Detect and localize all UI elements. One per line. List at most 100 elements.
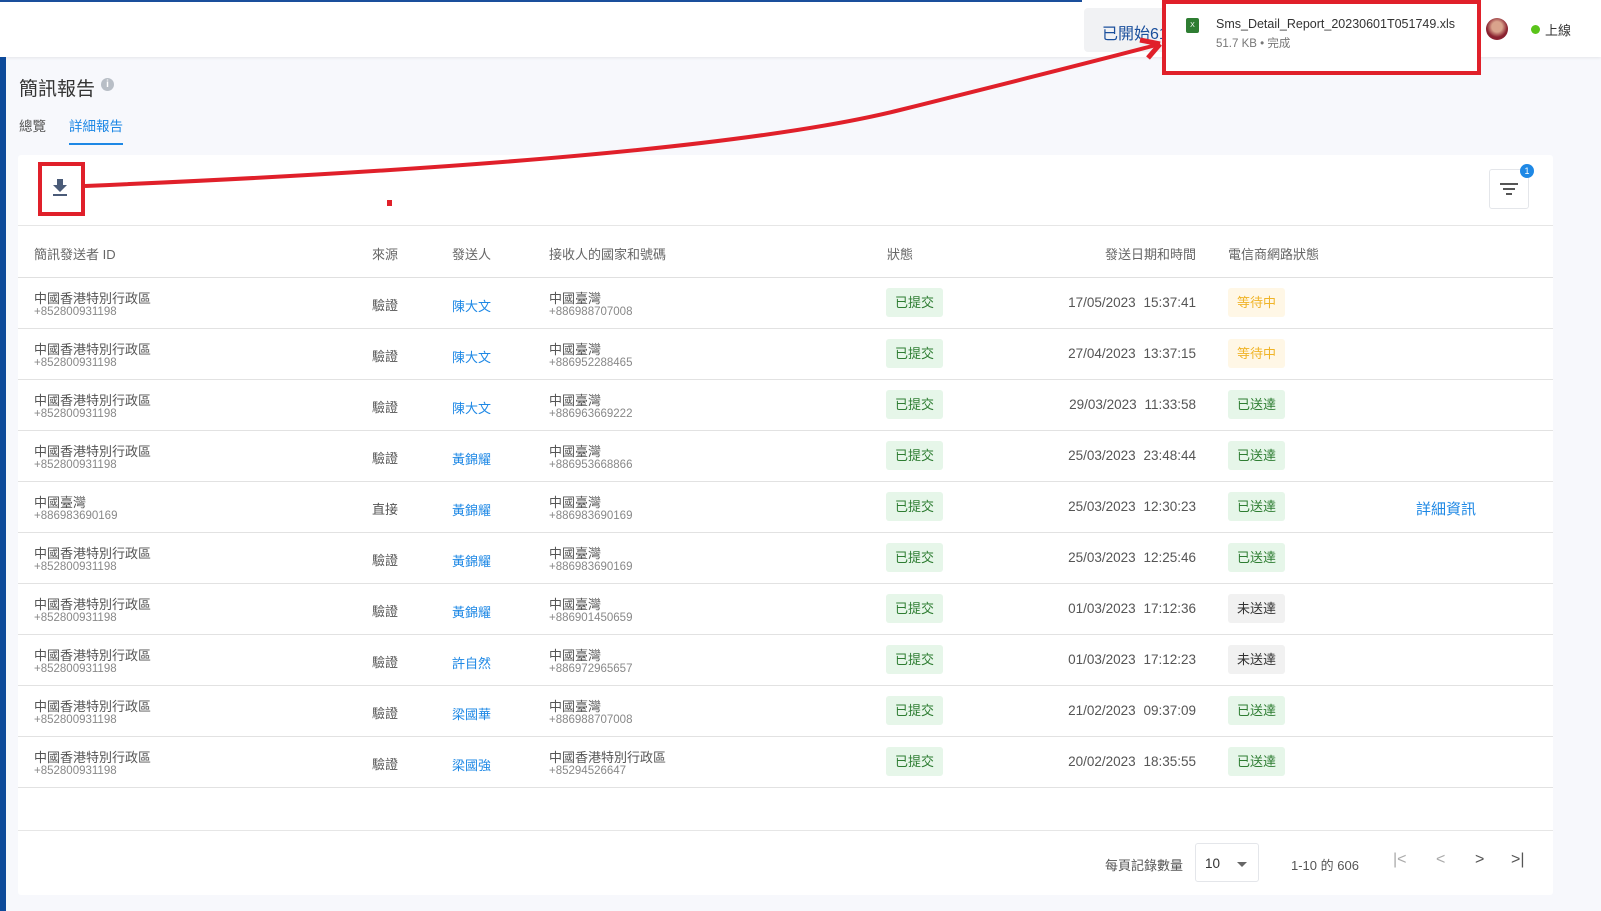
recipient-region: 中國臺灣 xyxy=(549,291,602,306)
info-icon[interactable]: i xyxy=(101,78,114,91)
send-datetime: 01/03/2023 17:12:36 xyxy=(1068,601,1196,616)
send-datetime: 25/03/2023 12:30:23 xyxy=(1068,499,1196,514)
sender-id-number: +852800931198 xyxy=(34,561,117,573)
sender-id-number: +852800931198 xyxy=(34,663,117,675)
sender-id-region: 中國香港特別行政區 xyxy=(34,291,152,306)
sender-id-number: +852800931198 xyxy=(34,765,117,777)
sender-id-region: 中國香港特別行政區 xyxy=(34,699,152,714)
table-row: 中國香港特別行政區 +852800931198 驗證 陳大文 中國臺灣 +886… xyxy=(18,380,1553,431)
header-datetime[interactable]: 發送日期和時間 xyxy=(1105,244,1196,263)
source: 驗證 xyxy=(372,604,399,619)
send-datetime: 29/03/2023 11:33:58 xyxy=(1069,397,1196,412)
last-page-icon[interactable]: >| xyxy=(1511,851,1525,869)
recipient-region: 中國臺灣 xyxy=(549,342,602,357)
status-badge: 已提交 xyxy=(886,390,944,419)
excel-file-icon: X xyxy=(1186,18,1199,33)
download-button[interactable] xyxy=(42,169,78,205)
header-sender[interactable]: 發送人 xyxy=(452,244,491,263)
recipient-number: +886901450659 xyxy=(549,612,633,624)
sender-id-number: +852800931198 xyxy=(34,612,117,624)
details-link[interactable]: 詳細資訊 xyxy=(1416,498,1476,519)
header-status[interactable]: 狀態 xyxy=(887,244,913,263)
status-badge: 已提交 xyxy=(886,594,944,623)
tab-detail-report[interactable]: 詳細報告 xyxy=(69,115,123,145)
table-row: 中國香港特別行政區 +852800931198 驗證 陳大文 中國臺灣 +886… xyxy=(18,278,1553,329)
send-datetime: 25/03/2023 12:25:46 xyxy=(1068,550,1196,565)
sender-link[interactable]: 黃錦耀 xyxy=(452,500,491,519)
filter-count-badge: 1 xyxy=(1520,164,1534,178)
sender-link[interactable]: 陳大文 xyxy=(452,347,491,366)
status-badge: 已提交 xyxy=(886,696,944,725)
next-page-icon[interactable]: > xyxy=(1475,851,1484,869)
recipient-number: +886983690169 xyxy=(549,561,633,573)
source: 驗證 xyxy=(372,298,399,313)
sender-link[interactable]: 許自然 xyxy=(452,653,491,672)
sender-link[interactable]: 陳大文 xyxy=(452,296,491,315)
source: 驗證 xyxy=(372,451,399,466)
recipient-number: +886963669222 xyxy=(549,408,633,420)
send-datetime: 27/04/2023 13:37:15 xyxy=(1068,346,1196,361)
header-carrier-status[interactable]: 電信商網路狀態 xyxy=(1228,244,1319,263)
status-badge: 已提交 xyxy=(886,645,944,674)
download-filename: Sms_Detail_Report_20230601T051749.xls xyxy=(1216,17,1456,31)
status-badge: 已提交 xyxy=(886,339,944,368)
carrier-status-badge: 未送達 xyxy=(1228,594,1286,623)
sender-link[interactable]: 梁國強 xyxy=(452,755,491,774)
sidebar-edge xyxy=(0,57,6,911)
report-card: 1 簡訊發送者 ID 來源 發送人 接收人的國家和號碼 狀態 發送日期和時間 電… xyxy=(18,155,1553,895)
sender-id-region: 中國香港特別行政區 xyxy=(34,750,152,765)
source: 驗證 xyxy=(372,757,399,772)
sender-link[interactable]: 黃錦耀 xyxy=(452,602,491,621)
sender-id-region: 中國臺灣 xyxy=(34,495,87,510)
source: 直接 xyxy=(372,502,399,517)
source: 驗證 xyxy=(372,400,399,415)
tab-overview[interactable]: 總覽 xyxy=(19,115,46,135)
recipient-region: 中國香港特別行政區 xyxy=(549,750,667,765)
chevron-down-icon xyxy=(1237,862,1247,867)
sender-id-region: 中國香港特別行政區 xyxy=(34,393,152,408)
sender-id-region: 中國香港特別行政區 xyxy=(34,342,152,357)
sender-link[interactable]: 陳大文 xyxy=(452,398,491,417)
online-status-label: 上線 xyxy=(1545,23,1572,38)
page-title: 簡訊報告 xyxy=(19,79,96,100)
download-item[interactable]: X Sms_Detail_Report_20230601T051749.xls … xyxy=(1166,3,1478,73)
carrier-status-badge: 等待中 xyxy=(1228,288,1286,317)
per-page-select[interactable]: 10 xyxy=(1195,843,1259,882)
download-icon xyxy=(53,179,67,196)
sender-link[interactable]: 梁國華 xyxy=(452,704,491,723)
sender-id-region: 中國香港特別行政區 xyxy=(34,444,152,459)
sender-link[interactable]: 黃錦耀 xyxy=(452,551,491,570)
header-source[interactable]: 來源 xyxy=(372,244,398,263)
prev-page-icon[interactable]: < xyxy=(1436,851,1445,869)
recipient-number: +886953668866 xyxy=(549,459,633,471)
table-row: 中國香港特別行政區 +852800931198 驗證 黃錦耀 中國臺灣 +886… xyxy=(18,533,1553,584)
source: 驗證 xyxy=(372,553,399,568)
sender-id-region: 中國香港特別行政區 xyxy=(34,648,152,663)
sender-link[interactable]: 黃錦耀 xyxy=(452,449,491,468)
recipient-number: +886952288465 xyxy=(549,357,633,369)
status-badge: 已提交 xyxy=(886,441,944,470)
header-sender-id[interactable]: 簡訊發送者 ID xyxy=(34,244,116,263)
source: 驗證 xyxy=(372,706,399,721)
carrier-status-badge: 已送達 xyxy=(1228,696,1286,725)
download-meta: 51.7 KB • 完成 xyxy=(1216,38,1291,50)
status-badge: 已提交 xyxy=(886,492,944,521)
first-page-icon[interactable]: |< xyxy=(1393,851,1407,869)
filter-icon xyxy=(1500,183,1518,195)
recipient-region: 中國臺灣 xyxy=(549,393,602,408)
table-row: 中國臺灣 +886983690169 直接 黃錦耀 中國臺灣 +88698369… xyxy=(18,482,1553,533)
per-page-value: 10 xyxy=(1205,856,1221,871)
table-row: 中國香港特別行政區 +852800931198 驗證 許自然 中國臺灣 +886… xyxy=(18,635,1553,686)
top-bar: 已開始61 X Sms_Detail_Report_20230601T05174… xyxy=(0,0,1601,73)
send-datetime: 01/03/2023 17:12:23 xyxy=(1068,652,1196,667)
status-badge: 已提交 xyxy=(886,747,944,776)
table-row: 中國香港特別行政區 +852800931198 驗證 黃錦耀 中國臺灣 +886… xyxy=(18,431,1553,482)
recipient-region: 中國臺灣 xyxy=(549,444,602,459)
recipient-number: +85294526647 xyxy=(549,765,627,777)
header-recipient[interactable]: 接收人的國家和號碼 xyxy=(549,244,666,263)
send-datetime: 25/03/2023 23:48:44 xyxy=(1068,448,1196,463)
sender-id-region: 中國香港特別行政區 xyxy=(34,546,152,561)
pagination: 每頁記錄數量 10 1-10 的 606 |< < > >| xyxy=(18,830,1553,895)
recipient-number: +886988707008 xyxy=(549,306,633,318)
avatar[interactable] xyxy=(1486,18,1508,40)
